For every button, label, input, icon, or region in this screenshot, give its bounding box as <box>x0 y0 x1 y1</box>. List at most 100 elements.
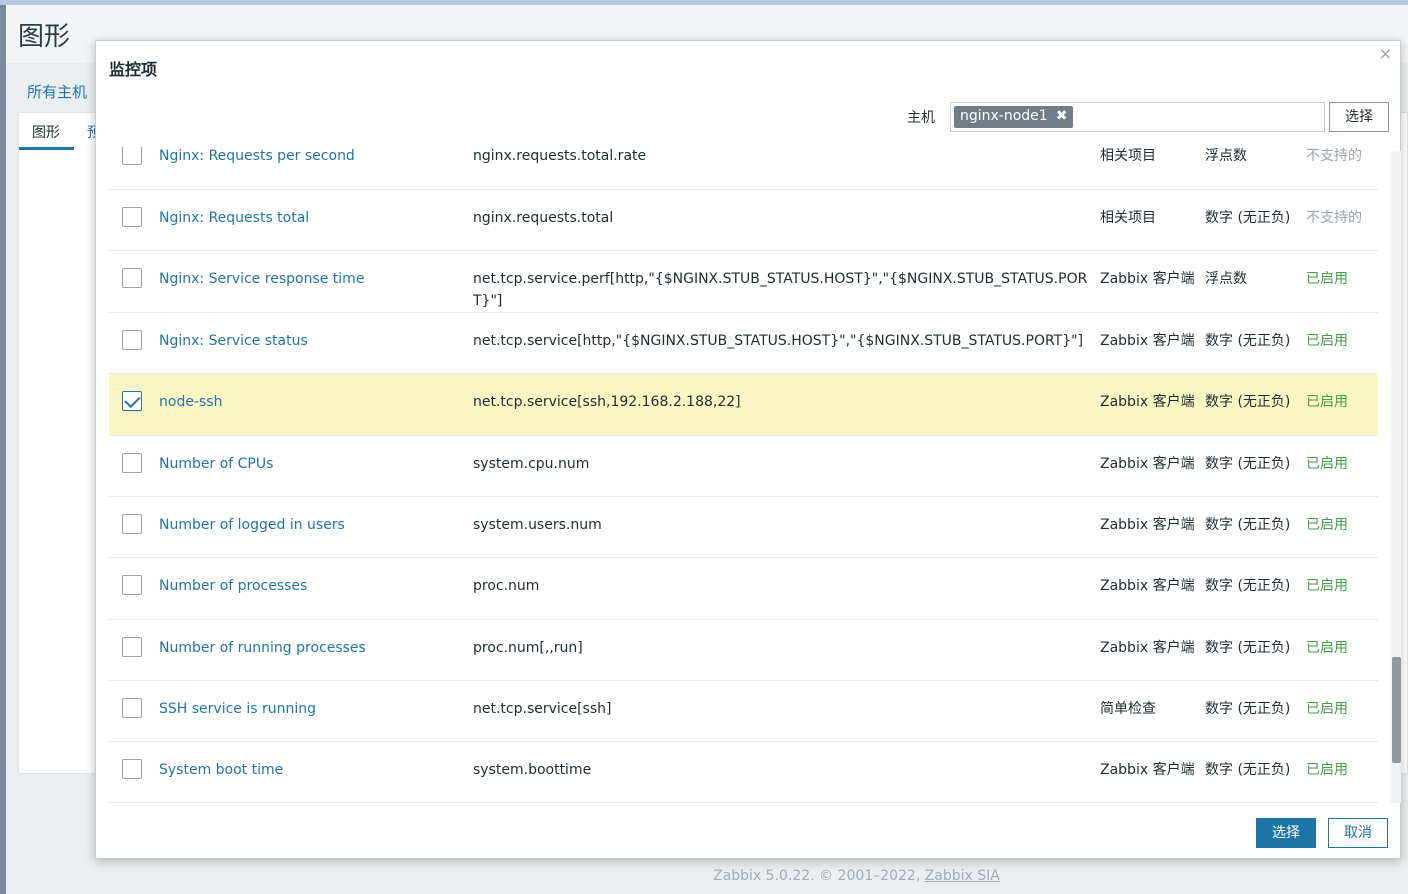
item-type: 相关项目 <box>1100 148 1156 164</box>
select-button[interactable]: 选择 <box>1256 818 1316 848</box>
item-name-link[interactable]: Number of logged in users <box>159 496 473 557</box>
row-checkbox[interactable] <box>122 636 142 657</box>
item-value-type: 数字 (无正负) <box>1205 516 1291 533</box>
row-checkbox-cell <box>109 147 159 189</box>
item-name-link[interactable]: Number of CPUs <box>159 435 473 496</box>
row-checkbox[interactable] <box>122 759 142 780</box>
row-checkbox[interactable] <box>122 391 142 412</box>
item-name-link[interactable]: Nginx: Requests total <box>159 189 473 250</box>
row-checkbox[interactable] <box>122 697 142 718</box>
item-key: net.tcp.service.perf[http,"{$NGINX.STUB_… <box>473 271 1088 310</box>
item-key: net.tcp.service[http,"{$NGINX.STUB_STATU… <box>473 333 1084 350</box>
row-checkbox-cell <box>109 313 159 374</box>
row-checkbox[interactable] <box>122 575 142 596</box>
item-status: 已启用 <box>1306 516 1348 533</box>
item-value-type: 数字 (无正负) <box>1205 639 1291 656</box>
row-checkbox[interactable] <box>122 268 142 289</box>
item-value-type: 数字 (无正负) <box>1205 700 1291 717</box>
item-status: 已启用 <box>1306 578 1348 595</box>
filter-all-hosts-link[interactable]: 所有主机 <box>27 81 87 102</box>
item-type: 简单检查 <box>1100 700 1156 717</box>
item-type: Zabbix 客户端 <box>1100 394 1195 411</box>
row-checkbox-cell <box>109 251 159 313</box>
item-status: 已启用 <box>1306 394 1348 411</box>
item-value-type: 数字 (无正负) <box>1205 209 1291 226</box>
row-checkbox[interactable] <box>122 330 142 351</box>
items-modal: 监控项 × 主机 nginx-node1 ✖ 选择 Nginx: Requests… <box>95 40 1401 859</box>
table-row[interactable]: Number of processes proc.num Zabbix 客户端 数字 … <box>109 558 1378 620</box>
row-checkbox-cell <box>109 496 159 557</box>
item-key: system.cpu.num <box>473 455 590 472</box>
table-row[interactable]: Number of logged in users system.users.nu… <box>109 496 1378 558</box>
item-type: Zabbix 客户端 <box>1100 333 1195 350</box>
item-name-link[interactable]: System boot time <box>159 742 473 803</box>
table-row[interactable]: System boot time system.boottime Zabbix 客户… <box>109 742 1378 803</box>
table-row[interactable]: Number of running processes proc.num[,,ru… <box>109 619 1378 681</box>
item-key: proc.num <box>473 578 540 595</box>
modal-title: 监控项 <box>109 60 158 79</box>
item-key: system.users.num <box>473 516 602 533</box>
table-row[interactable]: Nginx: Service status net.tcp.service[htt… <box>109 313 1378 374</box>
table-row[interactable]: Nginx: Requests total nginx.requests.tota… <box>109 189 1378 251</box>
item-value-type: 数字 (无正负) <box>1205 578 1291 595</box>
item-value-type: 浮点数 <box>1205 148 1247 164</box>
item-status: 已启用 <box>1306 762 1348 779</box>
item-value-type: 数字 (无正负) <box>1205 394 1291 411</box>
row-checkbox-cell <box>109 435 159 496</box>
item-key: system.boottime <box>473 762 592 779</box>
row-checkbox-cell <box>109 558 159 619</box>
item-status: 已启用 <box>1306 271 1348 288</box>
close-icon[interactable]: × <box>1379 44 1392 63</box>
item-type: 相关项目 <box>1100 209 1156 226</box>
items-list: Nginx: Requests per second nginx.requests… <box>109 147 1378 803</box>
item-type: Zabbix 客户端 <box>1100 516 1195 533</box>
item-name-link[interactable]: SSH service is running <box>159 680 473 741</box>
item-status: 不支持的 <box>1306 209 1362 226</box>
row-checkbox[interactable] <box>122 206 142 227</box>
item-name-link[interactable]: node-ssh <box>159 374 473 435</box>
item-status: 已启用 <box>1306 700 1348 717</box>
host-select-button[interactable]: 选择 <box>1329 102 1389 132</box>
tab-graphs[interactable]: 图形 <box>32 122 60 142</box>
item-name-link[interactable]: Nginx: Service status <box>159 313 473 374</box>
table-row[interactable]: Nginx: Service response time net.tcp.serv… <box>109 251 1378 313</box>
row-checkbox[interactable] <box>122 452 142 473</box>
item-status: 已启用 <box>1306 333 1348 350</box>
item-status: 已启用 <box>1306 455 1348 472</box>
tab-active-underline <box>19 147 74 150</box>
cancel-button[interactable]: 取消 <box>1328 818 1388 848</box>
item-status: 已启用 <box>1306 639 1348 656</box>
item-status: 不支持的 <box>1306 148 1362 164</box>
table-row[interactable]: Number of CPUs system.cpu.num Zabbix 客户端 数字… <box>109 435 1378 497</box>
footer-link[interactable]: Zabbix SIA <box>925 868 1000 884</box>
page-title: 图形 <box>18 22 71 52</box>
table-row[interactable]: Nginx: Requests per second nginx.requests… <box>109 147 1378 190</box>
item-type: Zabbix 客户端 <box>1100 455 1195 472</box>
host-multiselect[interactable]: nginx-node1 ✖ <box>950 102 1325 132</box>
footer: Zabbix 5.0.22. © 2001–2022, Zabbix SIA <box>0 868 1408 884</box>
row-checkbox[interactable] <box>122 513 142 534</box>
item-name-link[interactable]: Number of running processes <box>159 619 473 680</box>
item-value-type: 数字 (无正负) <box>1205 333 1291 350</box>
table-row[interactable]: SSH service is running net.tcp.service[ss… <box>109 680 1378 742</box>
remove-icon[interactable]: ✖ <box>1056 108 1068 124</box>
item-key: net.tcp.service[ssh] <box>473 700 612 717</box>
item-value-type: 数字 (无正负) <box>1205 455 1291 472</box>
footer-text: Zabbix 5.0.22. © 2001–2022, <box>713 868 925 884</box>
row-checkbox[interactable] <box>122 147 142 165</box>
item-name-link[interactable]: Nginx: Service response time <box>159 251 473 313</box>
item-name-link[interactable]: Number of processes <box>159 558 473 619</box>
host-tag: nginx-node1 ✖ <box>954 106 1074 128</box>
item-value-type: 浮点数 <box>1205 271 1247 288</box>
item-key: nginx.requests.total.rate <box>473 148 647 164</box>
item-name-link[interactable]: Nginx: Requests per second <box>159 147 473 189</box>
host-label: 主机 <box>907 110 935 126</box>
table-row[interactable]: node-ssh net.tcp.service[ssh,192.168.2.18… <box>109 373 1378 436</box>
scrollbar-thumb[interactable] <box>1392 657 1401 763</box>
item-key: net.tcp.service[ssh,192.168.2.188,22] <box>473 394 741 411</box>
item-type: Zabbix 客户端 <box>1100 762 1195 779</box>
row-checkbox-cell <box>109 619 159 680</box>
item-type: Zabbix 客户端 <box>1100 578 1195 595</box>
item-key: nginx.requests.total <box>473 209 614 226</box>
host-tag-label: nginx-node1 <box>960 108 1048 124</box>
